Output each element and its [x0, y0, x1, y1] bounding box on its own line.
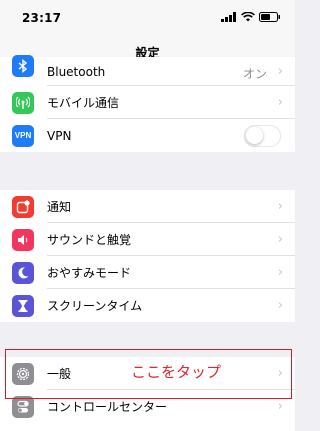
settings-row-label: Bluetooth — [47, 65, 106, 79]
settings-row-screen-time[interactable]: スクリーンタイム › — [0, 289, 295, 322]
settings-group-notifications: 通知 › サウンドと触覚 › おやすみモード › スクリーンタイム › — [0, 190, 295, 322]
wifi-icon — [241, 12, 255, 22]
antenna-icon — [12, 91, 34, 114]
annotation-tap-here: ここをタップ — [131, 363, 222, 381]
status-bar: 23:17 — [0, 0, 295, 36]
settings-row-label: サウンドと触覚 — [47, 233, 132, 247]
signal-icon — [221, 12, 236, 22]
settings-row-label: 通知 — [47, 200, 72, 214]
chevron-right-icon: › — [277, 298, 283, 313]
battery-icon — [259, 12, 280, 22]
settings-row-label: コントロールセンター — [47, 400, 168, 414]
settings-row-mobile-data[interactable]: モバイル通信 › — [0, 86, 295, 119]
speaker-icon — [12, 228, 34, 251]
settings-row-sounds[interactable]: サウンドと触覚 › — [0, 223, 295, 256]
settings-row-label: スクリーンタイム — [47, 299, 143, 313]
status-icons — [221, 12, 281, 22]
chevron-right-icon: › — [277, 232, 283, 247]
settings-row-do-not-disturb[interactable]: おやすみモード › — [0, 256, 295, 289]
notification-icon — [12, 195, 34, 218]
settings-group-connectivity: Bluetooth オン › モバイル通信 › VPN VPN — [0, 55, 295, 152]
chevron-right-icon: › — [277, 95, 283, 110]
settings-row-label: おやすみモード — [47, 266, 132, 280]
settings-row-vpn[interactable]: VPN VPN — [0, 119, 295, 152]
chevron-right-icon: › — [277, 64, 283, 79]
status-time: 23:17 — [22, 11, 62, 25]
settings-row-value: オン — [242, 67, 267, 81]
vpn-icon: VPN — [12, 124, 34, 147]
settings-row-label: VPN — [47, 128, 72, 143]
hourglass-icon — [12, 294, 34, 317]
settings-row-bluetooth[interactable]: Bluetooth オン › — [0, 55, 295, 86]
chevron-right-icon: › — [277, 265, 283, 280]
bluetooth-icon — [12, 55, 34, 77]
vpn-toggle[interactable] — [244, 124, 281, 147]
toggle-knob — [246, 126, 263, 144]
settings-row-notifications[interactable]: 通知 › — [0, 190, 295, 223]
chevron-right-icon: › — [277, 399, 283, 414]
moon-icon — [12, 261, 34, 284]
settings-row-label: モバイル通信 — [47, 96, 120, 110]
chevron-right-icon: › — [277, 199, 283, 214]
